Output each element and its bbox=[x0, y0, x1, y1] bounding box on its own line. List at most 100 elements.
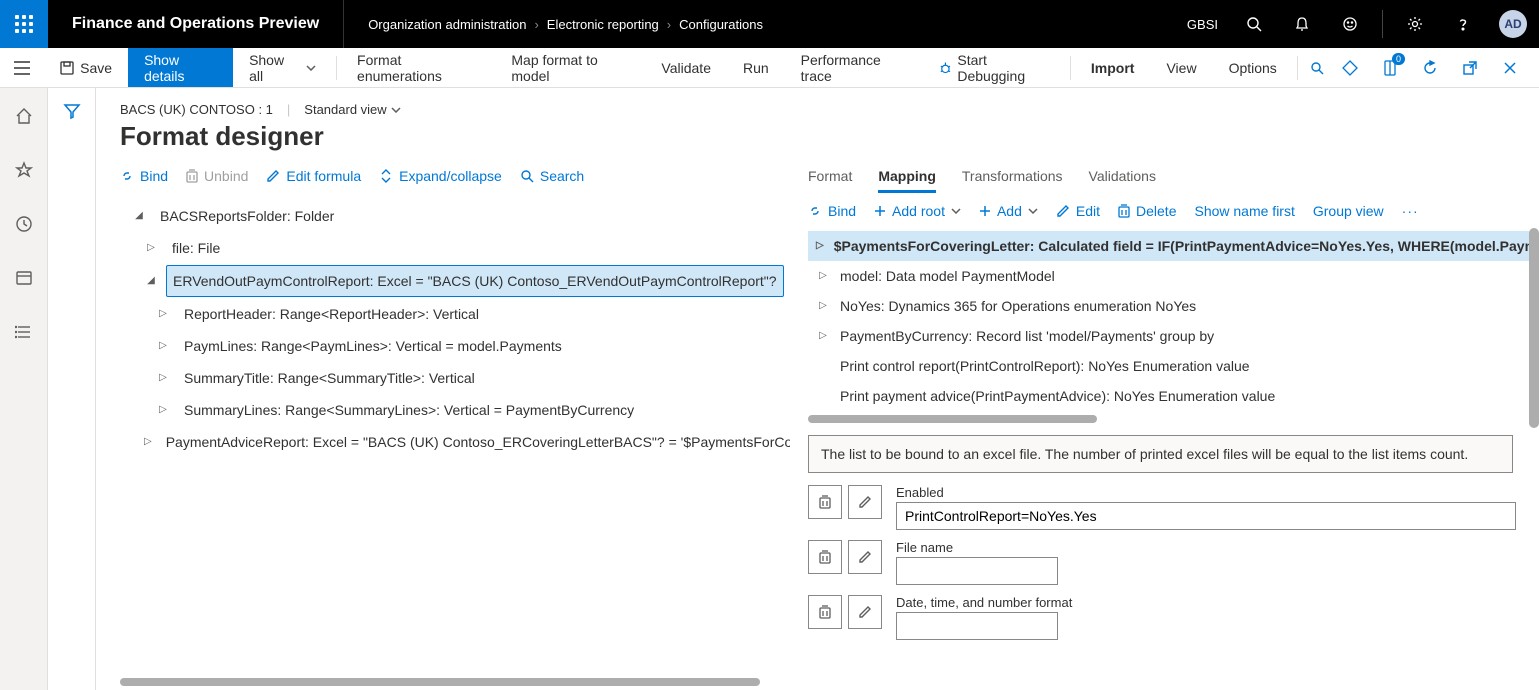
hamburger-button[interactable] bbox=[0, 61, 44, 75]
map-format-button[interactable]: Map format to model bbox=[495, 48, 645, 87]
tree-toggle-expand[interactable]: ▷ bbox=[156, 364, 170, 392]
recent-icon[interactable] bbox=[8, 208, 40, 240]
show-all-button[interactable]: Show all bbox=[233, 48, 332, 87]
vertical-scrollbar[interactable] bbox=[1529, 228, 1539, 428]
tree-toggle-expand[interactable]: ▷ bbox=[816, 262, 830, 290]
tree-toggle-expand[interactable]: ▷ bbox=[144, 234, 158, 262]
horizontal-scrollbar[interactable] bbox=[808, 415, 1097, 423]
show-details-button[interactable]: Show details bbox=[128, 48, 233, 87]
bind-button[interactable]: Bind bbox=[120, 168, 168, 184]
mapping-node-selected[interactable]: ▷ $PaymentsForCoveringLetter: Calculated… bbox=[808, 231, 1529, 261]
left-rail bbox=[0, 88, 48, 690]
mapping-tree: ▷ $PaymentsForCoveringLetter: Calculated… bbox=[808, 231, 1531, 411]
breadcrumb-item[interactable]: Electronic reporting bbox=[547, 17, 659, 32]
filename-input[interactable] bbox=[896, 557, 1058, 585]
edit-formula-button[interactable]: Edit formula bbox=[266, 168, 361, 184]
tree-toggle-expand[interactable]: ▷ bbox=[816, 232, 824, 260]
gear-icon[interactable] bbox=[1395, 0, 1435, 48]
attachment-icon[interactable]: 0 bbox=[1373, 51, 1407, 85]
tree-node[interactable]: ▷ SummaryLines: Range<SummaryLines>: Ver… bbox=[120, 394, 790, 426]
workspaces-icon[interactable] bbox=[8, 262, 40, 294]
tree-node-selected[interactable]: ◢ ERVendOutPaymControlReport: Excel = "B… bbox=[120, 264, 790, 298]
mapping-node[interactable]: Print control report(PrintControlReport)… bbox=[808, 351, 1529, 381]
tree-node[interactable]: ▷ SummaryTitle: Range<SummaryTitle>: Ver… bbox=[120, 362, 790, 394]
delete-filename-button[interactable] bbox=[808, 540, 842, 574]
performance-trace-button[interactable]: Performance trace bbox=[785, 48, 923, 87]
tab-format[interactable]: Format bbox=[808, 168, 852, 193]
chevron-down-icon bbox=[951, 208, 961, 214]
tree-toggle-expand[interactable]: ▷ bbox=[816, 292, 830, 320]
mapping-pane: Format Mapping Transformations Validatio… bbox=[808, 168, 1539, 690]
options-button[interactable]: Options bbox=[1213, 48, 1293, 87]
tree-node[interactable]: ▷ ReportHeader: Range<ReportHeader>: Ver… bbox=[120, 298, 790, 330]
bell-icon[interactable] bbox=[1282, 0, 1322, 48]
edit-button[interactable]: Edit bbox=[1056, 203, 1100, 219]
edit-enabled-button[interactable] bbox=[848, 485, 882, 519]
delete-dateformat-button[interactable] bbox=[808, 595, 842, 629]
close-icon[interactable] bbox=[1493, 51, 1527, 85]
enabled-input[interactable] bbox=[896, 502, 1516, 530]
modules-icon[interactable] bbox=[8, 316, 40, 348]
filter-icon[interactable] bbox=[63, 102, 81, 690]
tree-node[interactable]: ▷ file: File bbox=[120, 232, 790, 264]
dateformat-label: Date, time, and number format bbox=[896, 595, 1072, 610]
tree-toggle-expand[interactable]: ▷ bbox=[156, 332, 170, 360]
validate-button[interactable]: Validate bbox=[645, 48, 727, 87]
view-selector[interactable]: Standard view bbox=[304, 102, 400, 117]
help-icon[interactable] bbox=[1443, 0, 1483, 48]
view-button[interactable]: View bbox=[1150, 48, 1212, 87]
mapping-node[interactable]: Print payment advice(PrintPaymentAdvice)… bbox=[808, 381, 1529, 411]
favorites-icon[interactable] bbox=[8, 154, 40, 186]
tree-toggle-expand[interactable]: ▷ bbox=[156, 300, 170, 328]
diamond-icon[interactable] bbox=[1333, 51, 1367, 85]
field-row-enabled: Enabled bbox=[808, 485, 1531, 530]
popout-icon[interactable] bbox=[1453, 51, 1487, 85]
expand-collapse-button[interactable]: Expand/collapse bbox=[379, 168, 502, 184]
tree-node[interactable]: ▷ PaymLines: Range<PaymLines>: Vertical … bbox=[120, 330, 790, 362]
mapping-node[interactable]: ▷ model: Data model PaymentModel bbox=[808, 261, 1529, 291]
search-icon[interactable] bbox=[1234, 0, 1274, 48]
delete-button[interactable]: Delete bbox=[1118, 203, 1176, 219]
group-view-button[interactable]: Group view bbox=[1313, 203, 1384, 219]
find-icon[interactable] bbox=[1302, 51, 1333, 85]
tree-toggle-expand[interactable]: ▷ bbox=[156, 396, 170, 424]
smiley-icon[interactable] bbox=[1330, 0, 1370, 48]
tree-toggle-collapse[interactable]: ◢ bbox=[144, 267, 158, 295]
add-root-button[interactable]: Add root bbox=[874, 203, 961, 219]
bottom-horizontal-scrollbar[interactable] bbox=[120, 678, 760, 686]
add-button[interactable]: Add bbox=[979, 203, 1038, 219]
search-button[interactable]: Search bbox=[520, 168, 584, 184]
tree-toggle-expand[interactable]: ▷ bbox=[816, 322, 830, 350]
home-icon[interactable] bbox=[8, 100, 40, 132]
divider bbox=[1070, 56, 1071, 80]
delete-enabled-button[interactable] bbox=[808, 485, 842, 519]
bind-button-right[interactable]: Bind bbox=[808, 203, 856, 219]
show-all-label: Show all bbox=[249, 52, 296, 84]
refresh-icon[interactable] bbox=[1413, 51, 1447, 85]
breadcrumb-item[interactable]: Organization administration bbox=[368, 17, 526, 32]
company-code[interactable]: GBSI bbox=[1187, 17, 1218, 32]
show-name-first-button[interactable]: Show name first bbox=[1194, 203, 1294, 219]
tree-node[interactable]: ▷ PaymentAdviceReport: Excel = "BACS (UK… bbox=[120, 426, 790, 458]
tab-transformations[interactable]: Transformations bbox=[962, 168, 1063, 193]
edit-dateformat-button[interactable] bbox=[848, 595, 882, 629]
tree-node[interactable]: ◢ BACSReportsFolder: Folder bbox=[120, 200, 790, 232]
app-launcher[interactable] bbox=[0, 0, 48, 48]
user-avatar[interactable]: AD bbox=[1499, 10, 1527, 38]
run-button[interactable]: Run bbox=[727, 48, 785, 87]
tree-toggle-collapse[interactable]: ◢ bbox=[132, 202, 146, 230]
tree-toggle-expand[interactable]: ▷ bbox=[144, 428, 152, 456]
mapping-node[interactable]: ▷ NoYes: Dynamics 365 for Operations enu… bbox=[808, 291, 1529, 321]
breadcrumb-item[interactable]: Configurations bbox=[679, 17, 763, 32]
more-button[interactable]: ··· bbox=[1402, 203, 1419, 219]
edit-filename-button[interactable] bbox=[848, 540, 882, 574]
save-button[interactable]: Save bbox=[44, 48, 128, 87]
tab-mapping[interactable]: Mapping bbox=[878, 168, 936, 193]
start-debugging-button[interactable]: Start Debugging bbox=[923, 48, 1066, 87]
import-button[interactable]: Import bbox=[1075, 48, 1151, 87]
tab-validations[interactable]: Validations bbox=[1089, 168, 1156, 193]
format-enumerations-button[interactable]: Format enumerations bbox=[341, 48, 495, 87]
mapping-node[interactable]: ▷ PaymentByCurrency: Record list 'model/… bbox=[808, 321, 1529, 351]
meta-sep: | bbox=[287, 102, 290, 117]
dateformat-input[interactable] bbox=[896, 612, 1058, 640]
